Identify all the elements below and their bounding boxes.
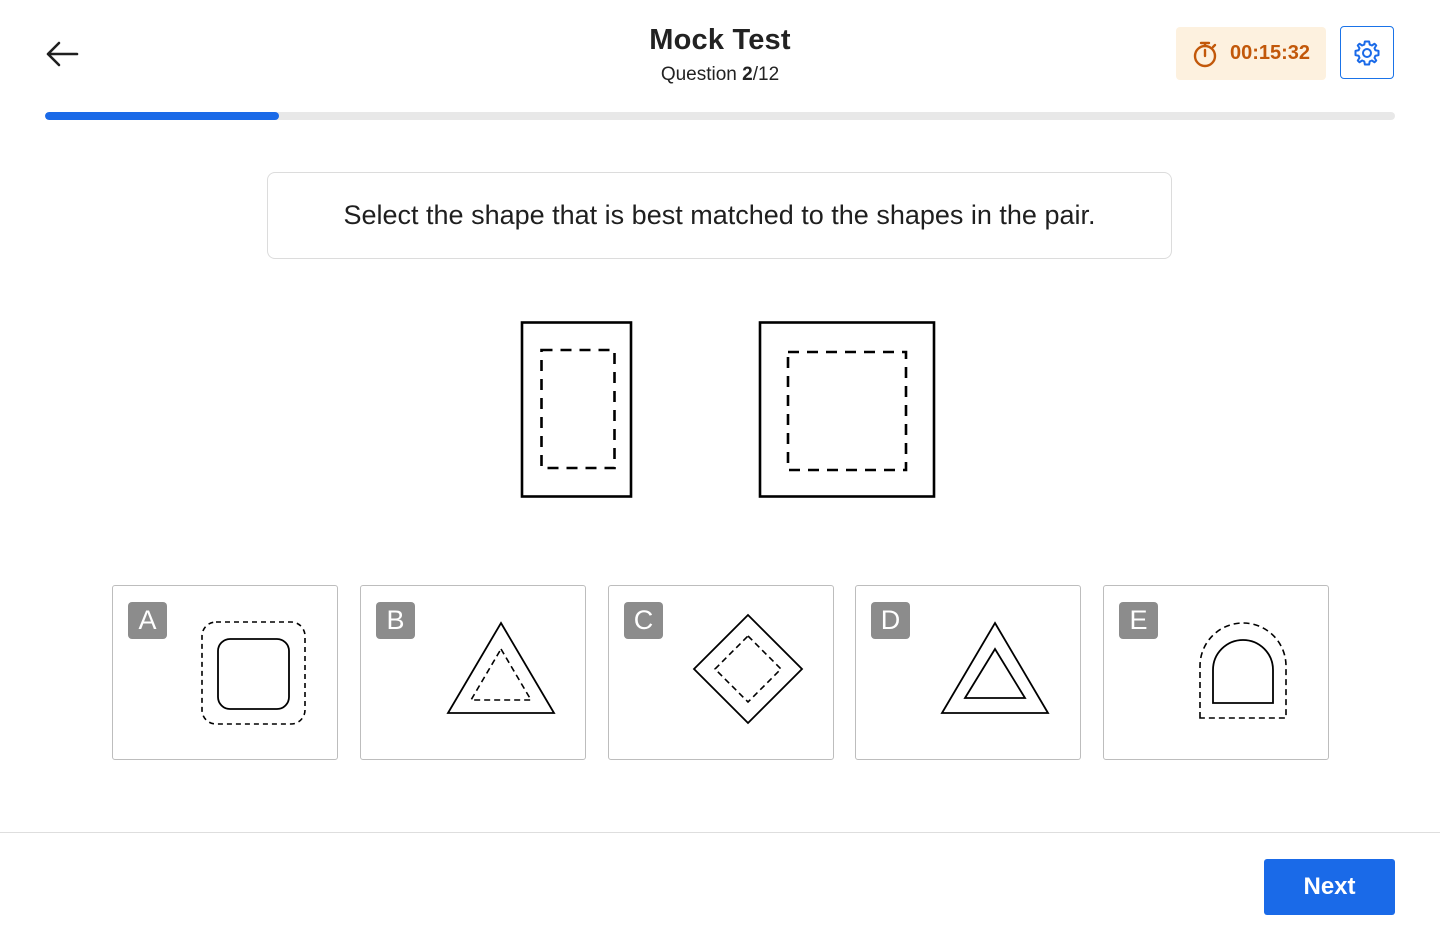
shape-pair (520, 321, 936, 498)
question-total: /12 (752, 64, 780, 85)
option-c[interactable]: C (608, 585, 834, 760)
question-prefix: Question (660, 64, 743, 85)
question-prompt: Select the shape that is best matched to… (267, 172, 1172, 259)
timer: 00:15:32 (1176, 27, 1326, 80)
dashed-rounded-square-icon (201, 621, 306, 725)
option-a[interactable]: A (112, 585, 338, 760)
triangle-in-triangle-icon (940, 621, 1050, 714)
question-current: 2 (742, 64, 753, 85)
progress-bar (45, 112, 1395, 120)
gear-icon (1354, 40, 1380, 65)
progress-fill (45, 112, 279, 120)
footer-divider (0, 832, 1440, 833)
option-d[interactable]: D (855, 585, 1081, 760)
timer-value: 00:15:32 (1229, 42, 1311, 64)
settings-button[interactable] (1340, 26, 1394, 79)
dashed-diamond-icon (692, 613, 804, 725)
dashed-triangle-icon (446, 621, 556, 714)
stopwatch-icon (1193, 41, 1217, 67)
dashed-arch-icon (1199, 622, 1287, 719)
option-b[interactable]: B (360, 585, 586, 760)
pair-shape-rectangle (520, 321, 633, 498)
next-button[interactable]: Next (1264, 859, 1395, 915)
pair-shape-square (758, 321, 936, 498)
option-e[interactable]: E (1103, 585, 1329, 760)
question-text: Select the shape that is best matched to… (343, 200, 1096, 230)
